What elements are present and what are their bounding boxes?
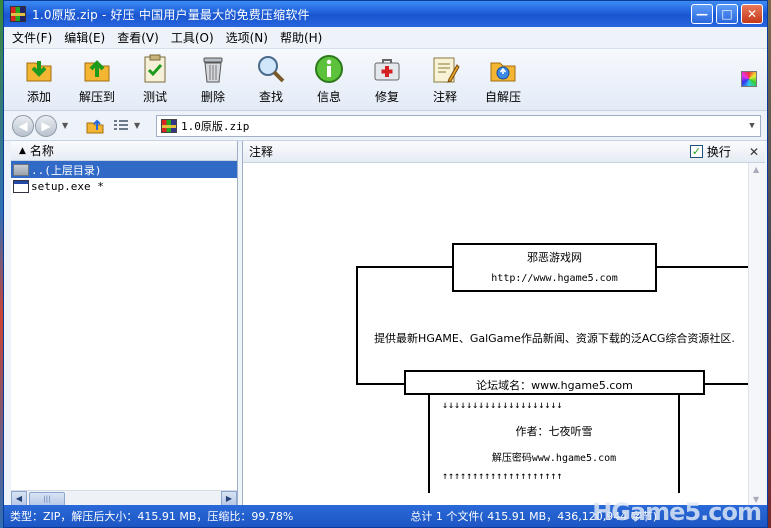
watermark-logo: HGame5.com (592, 498, 762, 526)
menu-options[interactable]: 选项(N) (222, 29, 276, 46)
address-path: 1.0原版.zip (181, 119, 250, 133)
file-name: ..(上层目录) (31, 163, 102, 177)
app-window: 1.0原版.zip - 好压 中国用户量最大的免费压缩软件 — □ ✕ 文件(F… (3, 0, 768, 528)
sfx-label: 自解压 (484, 90, 521, 104)
view-dropdown-icon[interactable]: ▼ (134, 121, 146, 130)
file-row-parent[interactable]: ..(上层目录) (11, 161, 237, 178)
status-archive-info: 类型：ZIP，解压后大小：415.91 MB，压缩比：99.78% (10, 510, 294, 523)
author-box: 作者：七夜听雪 解压密码www.hgame5.com (428, 411, 680, 467)
address-field[interactable]: 1.0原版.zip ▼ (156, 114, 761, 137)
wrap-checkbox[interactable]: ✓ (689, 145, 703, 158)
extract-label: 解压到 (78, 90, 115, 104)
add-icon (23, 53, 55, 85)
search-icon (255, 53, 287, 85)
menu-tools[interactable]: 工具(O) (167, 29, 222, 46)
add-label: 添加 (26, 90, 51, 104)
folder-icon (13, 163, 29, 176)
address-dropdown-icon[interactable]: ▼ (744, 121, 760, 131)
window-title: 1.0原版.zip - 好压 中国用户量最大的免费压缩软件 (32, 7, 310, 22)
author: 作者：七夜听雪 (515, 425, 593, 438)
menu-help[interactable]: 帮助(H) (276, 29, 330, 46)
up-arrows: ↑↑↑↑↑↑↑↑↑↑↑↑↑↑↑↑↑↑↑↑ (442, 471, 563, 482)
extract-password: 解压密码www.hgame5.com (491, 453, 617, 464)
delete-icon (197, 53, 229, 85)
back-button[interactable]: ◀ (12, 114, 34, 137)
vertical-scrollbar[interactable]: ▲ ▼ (748, 163, 765, 506)
repair-icon (371, 53, 403, 85)
horizontal-scrollbar[interactable]: ◀ ||| ▶ (11, 490, 237, 507)
comment-label: 注释 (432, 90, 457, 104)
up-folder-icon[interactable] (86, 118, 104, 134)
exe-file-icon (13, 180, 29, 193)
frame-line (356, 266, 358, 385)
extract-icon (81, 53, 113, 85)
repair-button[interactable]: 修复 (358, 49, 416, 105)
menu-edit[interactable]: 编辑(E) (60, 29, 113, 46)
test-icon (139, 53, 171, 85)
address-bar: ◀ ▶ ▼ ▼ 1.0原版.zip ▼ (4, 111, 767, 141)
site-name: 邪恶游戏网 (527, 251, 582, 264)
menu-file[interactable]: 文件(F) (8, 29, 60, 46)
extract-button[interactable]: 解压到 (68, 49, 126, 105)
forum-box: 论坛域名：www.hgame5.com (404, 370, 705, 395)
close-pane-icon[interactable]: ✕ (749, 145, 759, 159)
file-list-pane: ▲ 名称 ..(上层目录) setup.exe * ◀ ||| ▶ (11, 141, 238, 507)
search-label: 查找 (258, 90, 283, 104)
comment-title: 注释 (249, 145, 274, 159)
search-button[interactable]: 查找 (242, 49, 300, 105)
sort-ascending-icon: ▲ (19, 145, 26, 156)
toolbar: 添加 解压到 测试 删除 查找 信息 修复 注释 自解压 (4, 49, 767, 111)
title-bar[interactable]: 1.0原版.zip - 好压 中国用户量最大的免费压缩软件 — □ ✕ (4, 1, 767, 27)
comment-button[interactable]: 注释 (416, 49, 474, 105)
comment-pane: 注释 ✓ 换行 ✕ 邪恶游戏网 http://www.hgame5.com 提供… (242, 141, 765, 506)
file-name: setup.exe * (31, 180, 104, 193)
view-mode-icon[interactable] (112, 118, 130, 134)
delete-button[interactable]: 删除 (184, 49, 242, 105)
frame-line (703, 383, 753, 385)
scroll-thumb[interactable]: ||| (29, 491, 65, 506)
sfx-button[interactable]: 自解压 (474, 49, 532, 105)
maximize-button[interactable]: □ (716, 4, 738, 24)
forward-button[interactable]: ▶ (35, 114, 57, 137)
down-arrows: ↓↓↓↓↓↓↓↓↓↓↓↓↓↓↓↓↓↓↓↓ (442, 400, 563, 411)
delete-label: 删除 (200, 90, 225, 104)
zip-file-icon (161, 118, 177, 133)
minimize-button[interactable]: — (691, 4, 713, 24)
test-button[interactable]: 测试 (126, 49, 184, 105)
repair-label: 修复 (374, 90, 399, 104)
name-column-label: 名称 (29, 144, 54, 158)
status-bar: 类型：ZIP，解压后大小：415.91 MB，压缩比：99.78% 总计 1 个… (4, 498, 767, 527)
info-icon (313, 53, 345, 85)
frame-line (654, 266, 753, 268)
comment-content: 邪恶游戏网 http://www.hgame5.com 提供最新HGAME、Ga… (243, 163, 753, 506)
history-dropdown-icon[interactable]: ▼ (62, 121, 74, 130)
site-description: 提供最新HGAME、GalGame作品新闻、资源下载的泛ACG综合资源社区. (374, 332, 735, 345)
site-url: http://www.hgame5.com (491, 273, 618, 284)
frame-line (356, 383, 406, 385)
close-button[interactable]: ✕ (741, 4, 763, 24)
frame-line (356, 266, 454, 268)
test-label: 测试 (142, 90, 167, 104)
forum-domain: 论坛域名：www.hgame5.com (476, 379, 633, 392)
info-label: 信息 (316, 90, 341, 104)
menu-view[interactable]: 查看(V) (113, 29, 167, 46)
comment-icon (429, 53, 461, 85)
theme-icon[interactable] (741, 71, 757, 87)
app-icon[interactable] (10, 6, 26, 22)
menu-bar: 文件(F) 编辑(E) 查看(V) 工具(O) 选项(N) 帮助(H) (4, 27, 767, 49)
add-button[interactable]: 添加 (10, 49, 68, 105)
comment-header: 注释 ✓ 换行 ✕ (243, 141, 765, 163)
site-box: 邪恶游戏网 http://www.hgame5.com (452, 243, 657, 292)
content-panes: ▲ 名称 ..(上层目录) setup.exe * ◀ ||| ▶ 注释 ✓ 换… (4, 141, 767, 507)
scroll-up-icon[interactable]: ▲ (753, 165, 759, 174)
file-row-setup[interactable]: setup.exe * (11, 178, 237, 195)
info-button[interactable]: 信息 (300, 49, 358, 105)
name-column-header[interactable]: ▲ 名称 (11, 141, 237, 161)
sfx-icon (487, 53, 519, 85)
wrap-label[interactable]: 换行 (707, 143, 731, 160)
